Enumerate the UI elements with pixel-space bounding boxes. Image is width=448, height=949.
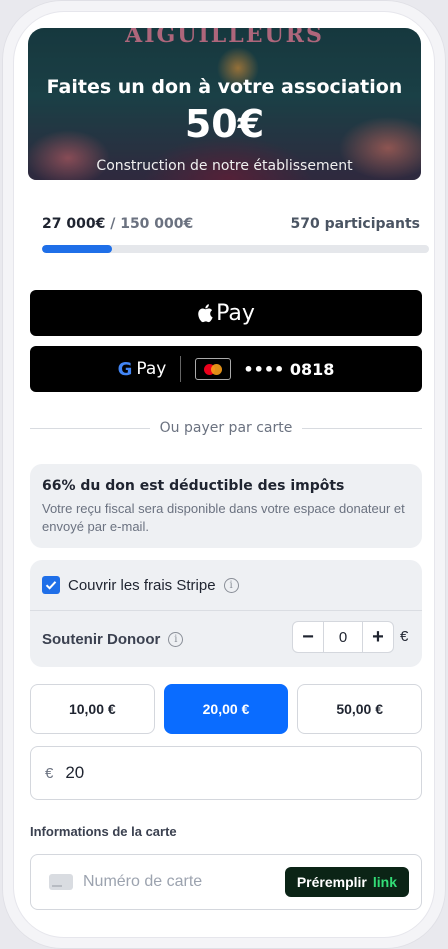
info-icon[interactable]: i [168, 631, 184, 647]
card-number-placeholder: Numéro de carte [83, 873, 203, 890]
hero-amount: 50€ [184, 102, 265, 146]
support-label: Soutenir Donoor [42, 630, 161, 648]
apple-pay-button[interactable]: Pay [30, 290, 422, 336]
support-value[interactable]: 0 [323, 622, 363, 652]
hero-brand: AIGUILLEURS [125, 28, 324, 48]
progress-fill [42, 245, 112, 253]
amount-value: 20 [65, 763, 85, 782]
custom-amount-input[interactable]: € 20 [30, 746, 422, 800]
gpay-divider [180, 356, 182, 382]
credit-card-icon [49, 874, 73, 890]
progress-bar [42, 245, 429, 253]
link-logo: link [372, 874, 397, 890]
prefill-link-button[interactable]: Préremplir link [284, 867, 409, 897]
google-pay-button[interactable]: G Pay •••• 0818 [30, 346, 422, 392]
prefill-label: Préremplir [296, 874, 367, 890]
options-box: Couvrir les frais Stripe i Soutenir Dono… [30, 560, 422, 667]
card-last-digits: •••• 0818 [243, 359, 335, 379]
support-stepper: − 0 + [292, 621, 394, 653]
goal-separator: / [105, 216, 121, 232]
cover-fees-row[interactable]: Couvrir les frais Stripe i [42, 572, 239, 598]
screen: AIGUILLEURS Faites un don à votre associ… [14, 12, 434, 937]
divider-line-left [30, 427, 150, 429]
google-pay-label: Pay [136, 359, 167, 379]
amount-options: 10,00 € 20,00 € 50,00 € [30, 684, 423, 734]
tax-title: 66% du don est déductible des impôts [42, 478, 345, 494]
funding-summary: 27 000€ / 150 000€ 570 participants [42, 216, 420, 236]
participants-count: 570 participants [290, 216, 420, 232]
cover-fees-label: Couvrir les frais Stripe [68, 576, 216, 594]
decrement-button[interactable]: − [293, 622, 323, 652]
options-separator [30, 610, 422, 611]
tax-description: Votre reçu fiscal sera disponible dans v… [42, 501, 405, 534]
hero-subtitle: Construction de notre établissement [96, 158, 353, 174]
amount-currency: € [45, 764, 54, 782]
support-currency: € [400, 628, 409, 645]
tax-info-box: 66% du don est déductible des impôts Vot… [30, 464, 422, 548]
card-section-label: Informations de la carte [30, 824, 177, 839]
info-icon[interactable]: i [223, 577, 239, 593]
mastercard-icon [195, 358, 232, 380]
amount-option-10[interactable]: 10,00 € [30, 684, 155, 734]
apple-pay-label: Pay [216, 300, 255, 326]
cover-fees-checkbox[interactable] [42, 576, 60, 594]
divider-line-right [302, 427, 423, 429]
apple-icon [198, 304, 213, 323]
support-row: Soutenir Donoor i [42, 626, 184, 652]
divider-text: Ou payer par carte [159, 420, 293, 436]
phone-frame: AIGUILLEURS Faites un don à votre associ… [2, 0, 446, 949]
check-icon [45, 581, 57, 590]
hero-title: Faites un don à votre association [46, 76, 403, 98]
card-number-field[interactable]: Numéro de carte Préremplir link [30, 854, 422, 910]
or-pay-by-card-divider: Ou payer par carte [30, 418, 423, 438]
raised-amount: 27 000€ [42, 216, 106, 232]
goal-amount: 150 000€ [120, 216, 194, 232]
amount-option-20[interactable]: 20,00 € [163, 684, 289, 734]
amount-option-50[interactable]: 50,00 € [297, 684, 423, 734]
raised-text: 27 000€ / 150 000€ [42, 216, 193, 232]
increment-button[interactable]: + [363, 622, 393, 652]
google-g-icon: G [117, 358, 133, 380]
hero-banner: AIGUILLEURS Faites un don à votre associ… [28, 28, 421, 180]
